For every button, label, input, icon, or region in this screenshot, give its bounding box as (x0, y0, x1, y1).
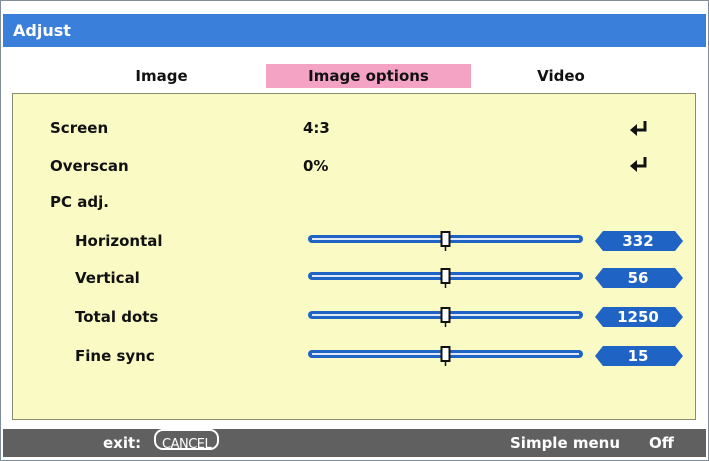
total-dots-label: Total dots (75, 308, 159, 326)
horizontal-value: 332 (622, 232, 654, 250)
footer-bar: exit: CANCEL Simple menu Off (3, 429, 706, 457)
enter-icon[interactable] (628, 156, 650, 172)
overscan-label: Overscan (50, 157, 129, 175)
vertical-value: 56 (627, 269, 649, 287)
horizontal-label: Horizontal (75, 232, 163, 250)
slider-thumb (440, 268, 451, 284)
tab-bar: Image Image options Video (1, 59, 709, 93)
settings-panel: Screen 4:3 Overscan 0% PC adj. Horizonta… (12, 93, 696, 420)
pc-adj-heading: PC adj. (50, 193, 109, 211)
total-dots-slider[interactable] (308, 307, 583, 327)
fine-sync-value: 15 (627, 347, 649, 365)
overscan-value: 0% (303, 157, 329, 175)
cancel-key-badge[interactable]: CANCEL (154, 429, 220, 452)
screen-label: Screen (50, 119, 109, 137)
slider-thumb (440, 346, 451, 362)
vertical-slider[interactable] (308, 268, 583, 288)
horizontal-slider[interactable] (308, 231, 583, 251)
enter-icon[interactable] (628, 120, 650, 136)
vertical-label: Vertical (75, 269, 140, 287)
tab-video[interactable]: Video (511, 64, 611, 88)
total-dots-value: 1250 (617, 308, 659, 326)
simple-menu-label: Simple menu (510, 434, 621, 452)
window-title: Adjust (3, 14, 706, 47)
exit-label: exit: (103, 434, 142, 452)
adjust-menu: Adjust Image Image options Video Screen … (0, 0, 709, 461)
slider-thumb (440, 231, 451, 247)
tab-image-options[interactable]: Image options (266, 64, 471, 88)
screen-value: 4:3 (303, 119, 330, 137)
fine-sync-slider[interactable] (308, 346, 583, 366)
fine-sync-label: Fine sync (75, 347, 155, 365)
tab-image[interactable]: Image (104, 64, 219, 88)
simple-menu-value[interactable]: Off (649, 429, 674, 457)
slider-thumb (440, 307, 451, 323)
